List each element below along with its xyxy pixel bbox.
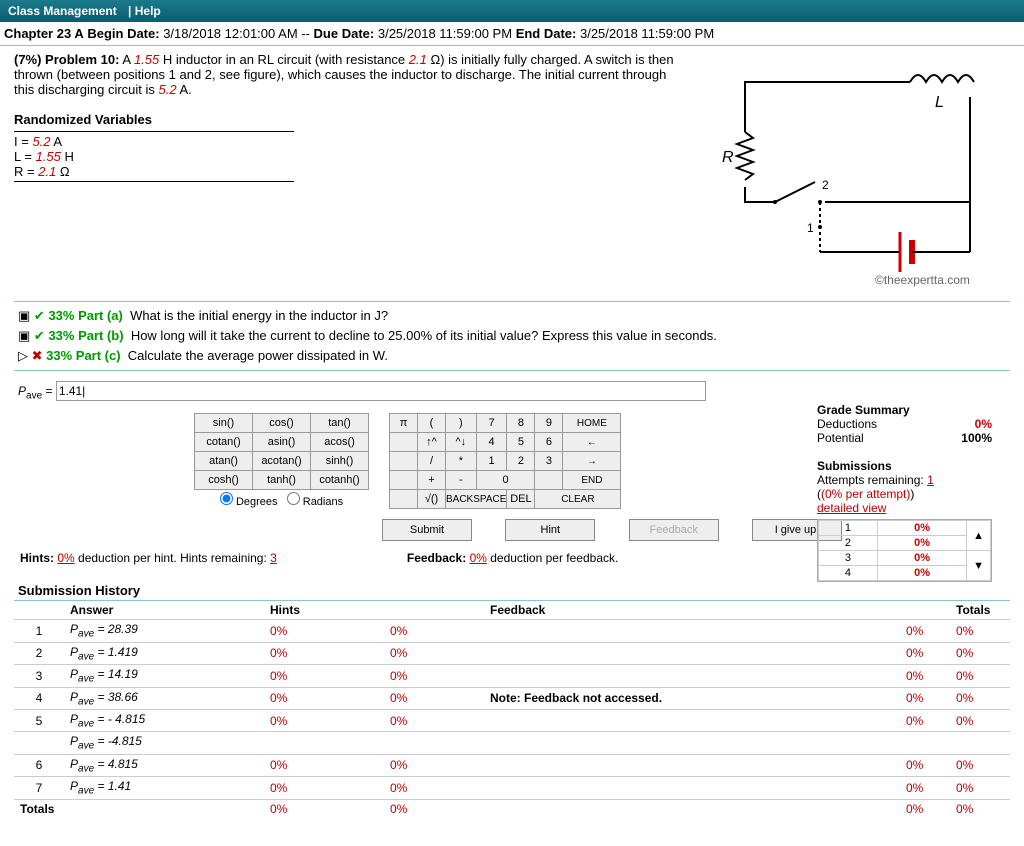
feedback-button[interactable]: Feedback bbox=[629, 519, 719, 541]
key-7[interactable]: 7 bbox=[476, 414, 507, 433]
table-row: 4Pave = 38.660%0%Note: Feedback not acce… bbox=[14, 687, 1010, 709]
key-cotan[interactable]: cotan() bbox=[195, 433, 253, 452]
answer-area: Pave = bbox=[14, 377, 1010, 405]
key-sin[interactable]: sin() bbox=[195, 414, 253, 433]
key-up[interactable]: ↑^ bbox=[418, 433, 446, 452]
key-rparen[interactable]: ) bbox=[446, 414, 477, 433]
rand-vars-head: Randomized Variables bbox=[14, 112, 152, 127]
svg-text:1: 1 bbox=[807, 221, 814, 235]
chapter-title: Chapter 23 A bbox=[4, 26, 84, 41]
key-9[interactable]: 9 bbox=[535, 414, 563, 433]
part-c[interactable]: ▷ ✖ 33% Part (c) Calculate the average p… bbox=[14, 346, 1010, 366]
table-row: 2Pave = 1.4190%0%0%0% bbox=[14, 642, 1010, 664]
submission-history: Submission History Answer Hints Feedback… bbox=[14, 581, 1010, 817]
table-row: 7Pave = 1.410%0%0%0% bbox=[14, 777, 1010, 799]
numeric-keypad: π()789HOME ↑^^↓456← /*123→ +-0 END √()BAC… bbox=[389, 413, 621, 509]
key-asin[interactable]: asin() bbox=[253, 433, 311, 452]
key-del[interactable]: DEL bbox=[507, 490, 535, 509]
key-backspace[interactable]: BACKSPACE bbox=[446, 490, 507, 509]
key-right[interactable]: → bbox=[563, 452, 621, 471]
part-a[interactable]: ▣ ✔ 33% Part (a) What is the initial ene… bbox=[14, 306, 1010, 326]
nav-class-mgmt[interactable]: Class Management bbox=[8, 4, 117, 18]
part-b[interactable]: ▣ ✔ 33% Part (b) How long will it take t… bbox=[14, 326, 1010, 346]
key-acos[interactable]: acos() bbox=[311, 433, 369, 452]
parts-list: ▣ ✔ 33% Part (a) What is the initial ene… bbox=[14, 301, 1010, 371]
key-minus[interactable]: - bbox=[446, 471, 477, 490]
svg-text:L: L bbox=[935, 94, 944, 111]
scroll-up-icon[interactable]: ▲ bbox=[967, 521, 991, 551]
key-mul[interactable]: * bbox=[446, 452, 477, 471]
key-sinh[interactable]: sinh() bbox=[311, 452, 369, 471]
key-3[interactable]: 3 bbox=[535, 452, 563, 471]
attempts-link[interactable]: 1 bbox=[927, 473, 934, 487]
table-row: 5Pave = - 4.8150%0%0%0% bbox=[14, 709, 1010, 731]
answer-input[interactable] bbox=[56, 381, 706, 401]
key-plus[interactable]: + bbox=[418, 471, 446, 490]
svg-text:R: R bbox=[722, 149, 734, 166]
key-2[interactable]: 2 bbox=[507, 452, 535, 471]
detailed-view-link[interactable]: detailed view bbox=[817, 501, 992, 515]
key-end[interactable]: END bbox=[563, 471, 621, 490]
hint-button[interactable]: Hint bbox=[505, 519, 595, 541]
table-row: Pave = -4.815 bbox=[14, 732, 1010, 754]
key-cos[interactable]: cos() bbox=[253, 414, 311, 433]
key-left[interactable]: ← bbox=[563, 433, 621, 452]
key-tan[interactable]: tan() bbox=[311, 414, 369, 433]
key-acotan[interactable]: acotan() bbox=[253, 452, 311, 471]
key-div[interactable]: / bbox=[418, 452, 446, 471]
key-home[interactable]: HOME bbox=[563, 414, 621, 433]
function-keypad: sin()cos()tan() cotan()asin()acos() atan… bbox=[194, 413, 369, 509]
key-8[interactable]: 8 bbox=[507, 414, 535, 433]
radio-degrees[interactable] bbox=[220, 492, 233, 505]
grade-summary: Grade Summary Deductions0% Potential100%… bbox=[817, 403, 992, 582]
table-row: 1Pave = 28.390%0%0%0% bbox=[14, 620, 1010, 642]
key-0[interactable]: 0 bbox=[476, 471, 535, 490]
key-tanh[interactable]: tanh() bbox=[253, 471, 311, 490]
table-row: 6Pave = 4.8150%0%0%0% bbox=[14, 754, 1010, 776]
chapter-header: Chapter 23 A Begin Date: 3/18/2018 12:01… bbox=[0, 22, 1024, 46]
key-cotanh[interactable]: cotanh() bbox=[311, 471, 369, 490]
key-5[interactable]: 5 bbox=[507, 433, 535, 452]
key-4[interactable]: 4 bbox=[476, 433, 507, 452]
svg-text:©theexpertta.com: ©theexpertta.com bbox=[875, 273, 970, 287]
scroll-down-icon[interactable]: ▼ bbox=[967, 551, 991, 581]
key-down[interactable]: ^↓ bbox=[446, 433, 477, 452]
top-nav: Class Management | Help bbox=[0, 0, 1024, 22]
key-clear[interactable]: CLEAR bbox=[535, 490, 621, 509]
svg-text:2: 2 bbox=[822, 178, 829, 192]
key-lparen[interactable]: ( bbox=[418, 414, 446, 433]
key-cosh[interactable]: cosh() bbox=[195, 471, 253, 490]
key-sqrt[interactable]: √() bbox=[418, 490, 446, 509]
submit-button[interactable]: Submit bbox=[382, 519, 472, 541]
key-atan[interactable]: atan() bbox=[195, 452, 253, 471]
problem-statement: (7%) Problem 10: A 1.55 H inductor in an… bbox=[14, 52, 700, 295]
key-6[interactable]: 6 bbox=[535, 433, 563, 452]
key-pi[interactable]: π bbox=[390, 414, 418, 433]
key-1[interactable]: 1 bbox=[476, 452, 507, 471]
nav-help[interactable]: Help bbox=[135, 4, 161, 18]
circuit-diagram: L R 2 1 ©theexpertta.com bbox=[700, 52, 1010, 295]
radio-radians[interactable] bbox=[287, 492, 300, 505]
table-row: 3Pave = 14.190%0%0%0% bbox=[14, 665, 1010, 687]
